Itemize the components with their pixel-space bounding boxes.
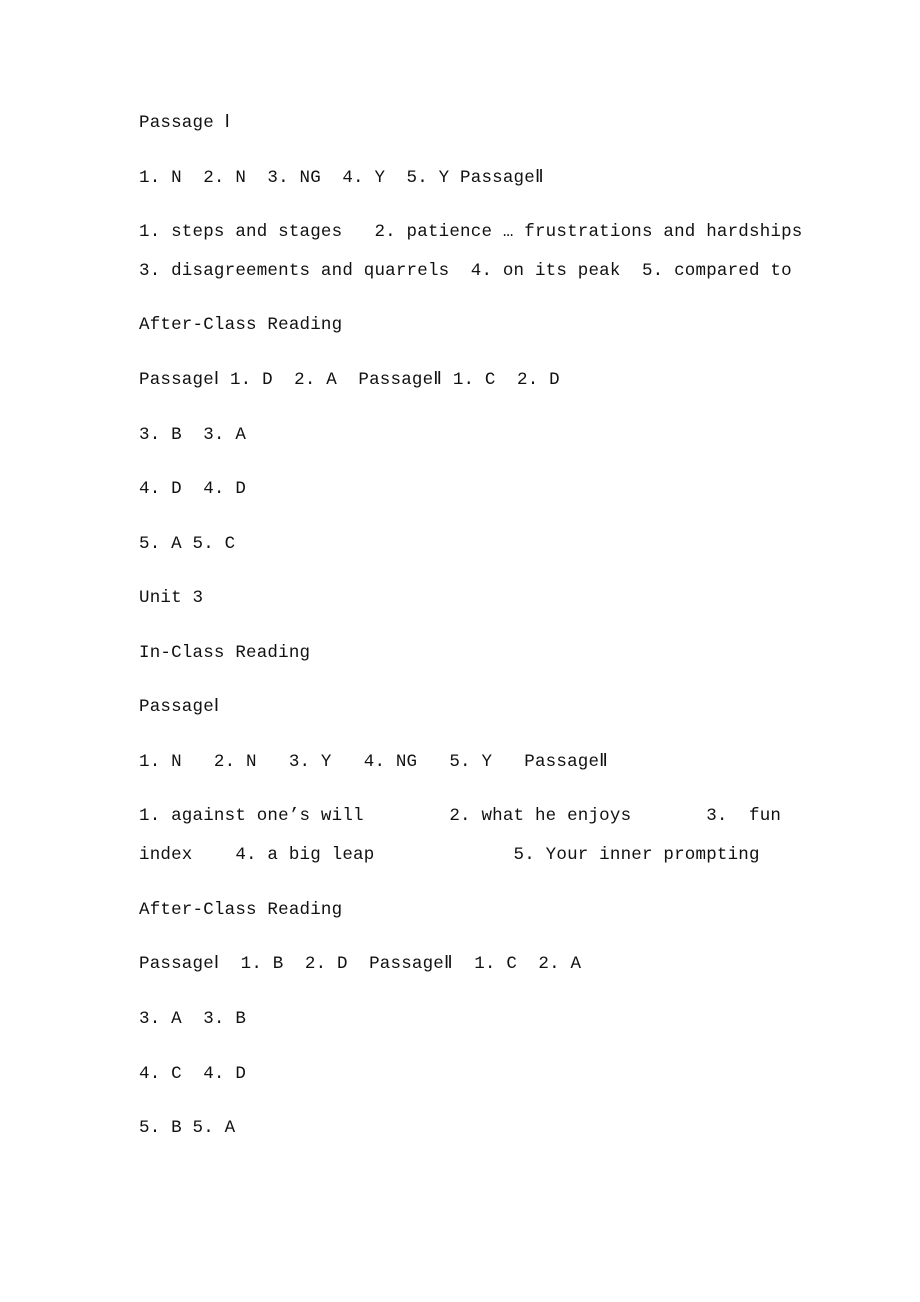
answer-line: 3. A 3. B (139, 1009, 247, 1029)
answer-line: 1. against one’s will 2. what he enjoys … (139, 806, 782, 826)
answer-line: 3. disagreements and quarrels 4. on its … (139, 261, 792, 281)
heading-after-class-reading: After-Class Reading (139, 900, 343, 920)
heading-passage-1: Passage Ⅰ (139, 113, 230, 133)
heading-unit: Unit 3 (139, 588, 204, 608)
answer-line: PassageⅠ 1. D 2. A PassageⅡ 1. C 2. D (139, 370, 560, 390)
answer-line: index 4. a big leap 5. Your inner prompt… (139, 845, 760, 865)
answer-line: 1. N 2. N 3. NG 4. Y 5. Y PassageⅡ (139, 168, 544, 188)
answer-line: 1. steps and stages 2. patience … frustr… (139, 222, 803, 242)
answer-line: PassageⅠ 1. B 2. D PassageⅡ 1. C 2. A (139, 954, 582, 974)
answer-line: 4. C 4. D (139, 1064, 247, 1084)
answer-line: 5. A 5. C (139, 534, 236, 554)
answer-line: 1. N 2. N 3. Y 4. NG 5. Y PassageⅡ (139, 752, 608, 772)
heading-after-class-reading: After-Class Reading (139, 315, 343, 335)
heading-passage-1: PassageⅠ (139, 697, 220, 717)
document-page: Passage Ⅰ 1. N 2. N 3. NG 4. Y 5. Y Pass… (0, 0, 920, 1302)
answer-line: 5. B 5. A (139, 1118, 236, 1138)
answer-line: 4. D 4. D (139, 479, 247, 499)
answer-line: 3. B 3. A (139, 425, 247, 445)
heading-in-class-reading: In-Class Reading (139, 643, 311, 663)
